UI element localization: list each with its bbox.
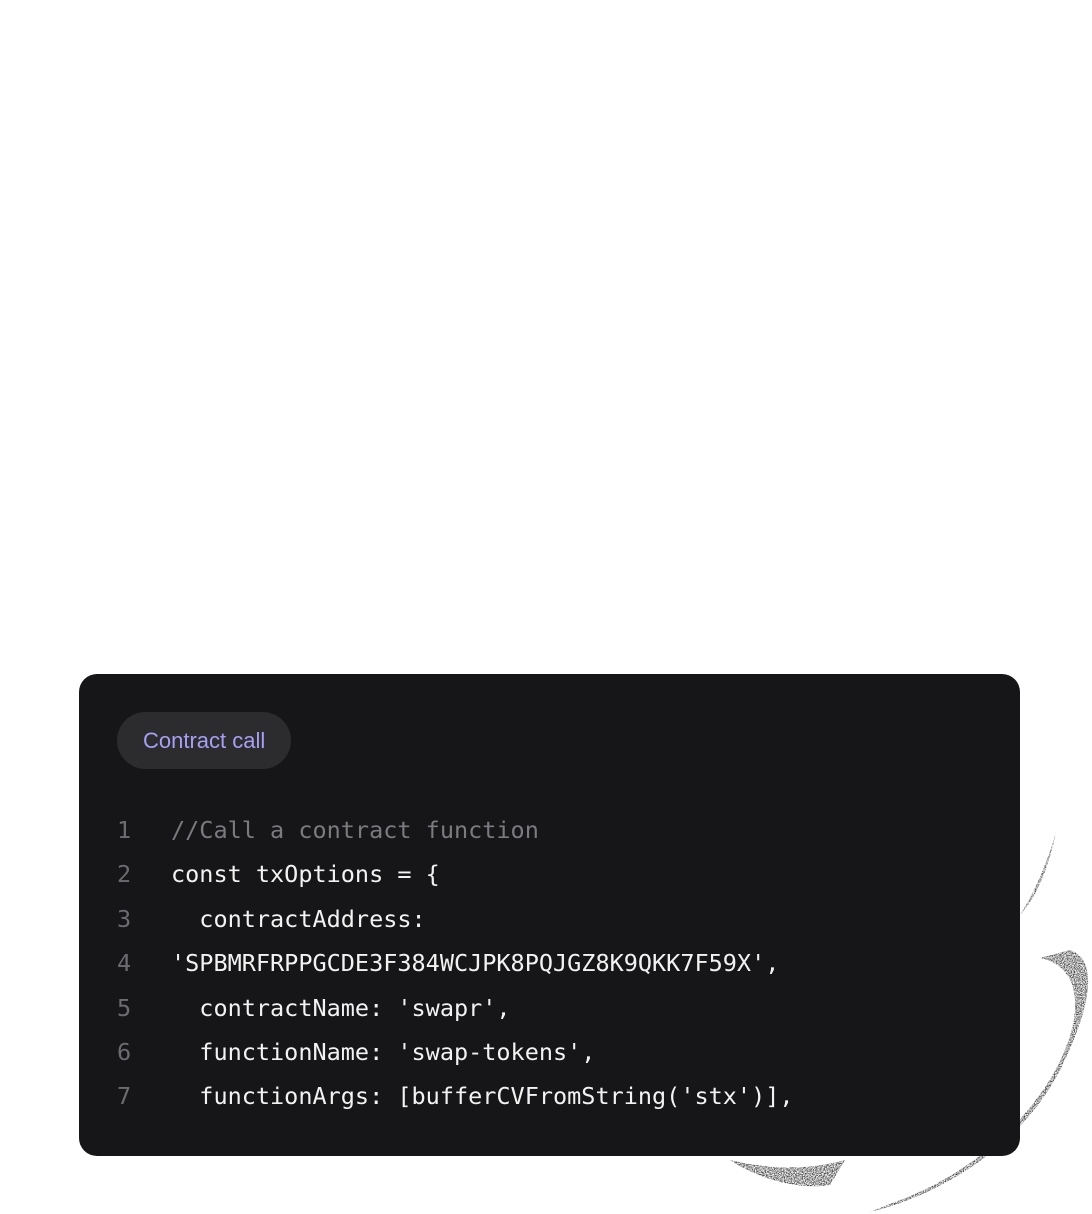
code-snippet-card: Contract call 1 //Call a contract functio…: [79, 674, 1020, 1156]
line-number: 4: [117, 949, 132, 978]
code-text: 'SPBMRFRPPGCDE3F384WCJPK8PQJGZ8K9QKK7F59…: [171, 949, 780, 978]
line-number: 1: [117, 816, 132, 844]
code-line: 1 //Call a contract function: [117, 808, 794, 852]
code-line: 6 functionName: 'swap-tokens',: [117, 1030, 794, 1074]
line-number: 6: [117, 1037, 132, 1066]
code-line: 2 const txOptions = {: [117, 852, 794, 896]
code-text: functionName: 'swap-tokens',: [171, 1037, 596, 1066]
code-text: contractName: 'swapr',: [171, 993, 511, 1022]
line-number: 2: [117, 860, 132, 889]
line-number: 3: [117, 904, 132, 933]
code-text: contractAddress:: [171, 904, 426, 933]
contract-call-tag[interactable]: Contract call: [117, 712, 292, 769]
code-line: 7 functionArgs: [bufferCVFromString('stx…: [117, 1074, 794, 1118]
code-block: 1 //Call a contract function 2 const txOpti…: [117, 808, 794, 1119]
code-line: 3 contractAddress:: [117, 897, 794, 941]
line-number: 7: [117, 1082, 132, 1111]
code-text: const txOptions = {: [171, 860, 440, 889]
code-line: 5 contractName: 'swapr',: [117, 986, 794, 1030]
line-number: 5: [117, 993, 132, 1022]
code-comment: //Call a contract function: [171, 816, 539, 844]
page: Contract call 1 //Call a contract functio…: [0, 0, 1092, 1214]
code-line: 4 'SPBMRFRPPGCDE3F384WCJPK8PQJGZ8K9QKK7F5…: [117, 941, 794, 985]
code-text: functionArgs: [bufferCVFromString('stx')…: [171, 1082, 794, 1111]
